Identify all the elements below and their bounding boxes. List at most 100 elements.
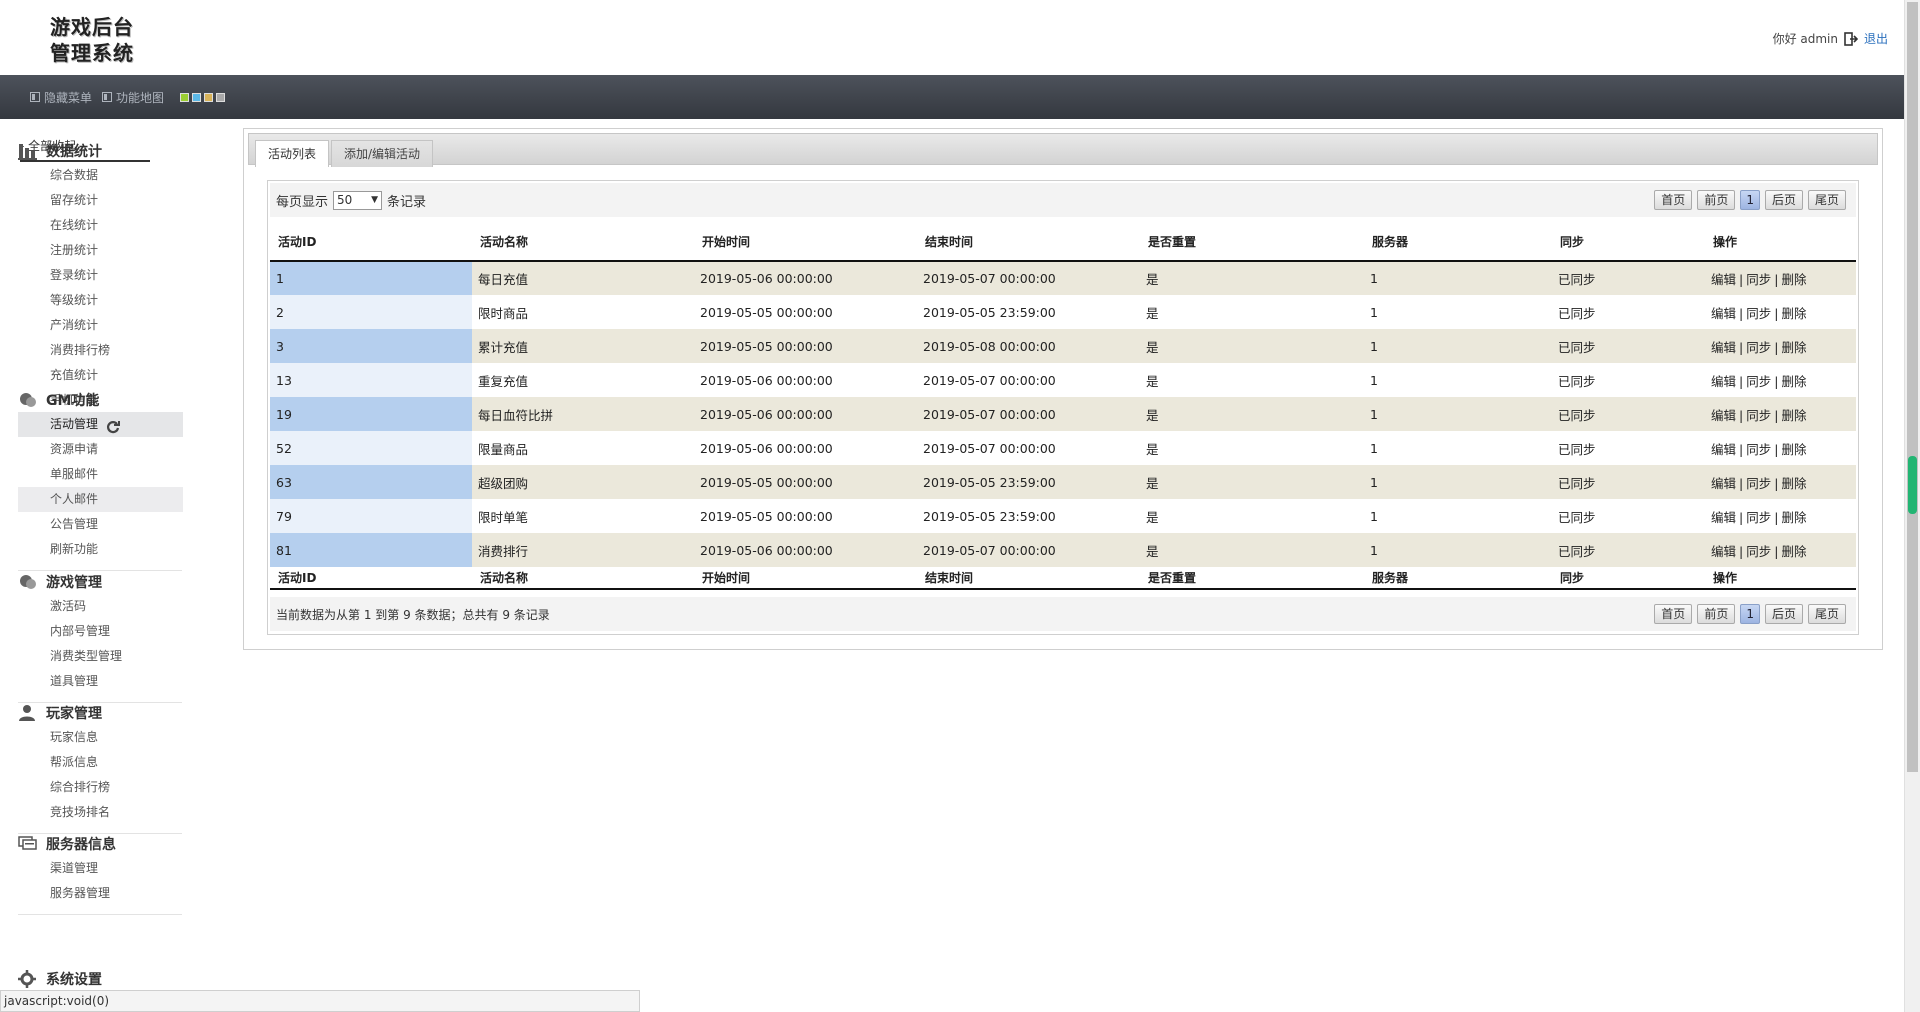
- sidebar-item[interactable]: 单服邮件: [18, 462, 183, 487]
- sidebar-item[interactable]: 注册统计: [18, 238, 183, 263]
- sync-link[interactable]: 同步: [1746, 476, 1771, 491]
- scrollbar-thumb[interactable]: [1907, 2, 1918, 772]
- delete-link[interactable]: 删除: [1781, 544, 1806, 559]
- col-header-id[interactable]: 活动ID: [270, 223, 472, 262]
- edit-link[interactable]: 编辑: [1711, 510, 1736, 525]
- sidebar-item[interactable]: 激活码: [18, 594, 183, 619]
- delete-link[interactable]: 删除: [1781, 476, 1806, 491]
- sync-link[interactable]: 同步: [1746, 374, 1771, 389]
- delete-link[interactable]: 删除: [1781, 408, 1806, 423]
- edit-link[interactable]: 编辑: [1711, 374, 1736, 389]
- col-header-reset[interactable]: 是否重置: [1140, 223, 1364, 262]
- sidebar-item[interactable]: 个人邮件: [18, 487, 183, 512]
- delete-link[interactable]: 删除: [1781, 374, 1806, 389]
- edit-link[interactable]: 编辑: [1711, 476, 1736, 491]
- scroll-widget-handle[interactable]: [1908, 456, 1917, 514]
- table-row[interactable]: 63 超级团购 2019-05-05 00:00:00 2019-05-05 23:5…: [270, 465, 1856, 499]
- table-row[interactable]: 19 每日血符比拼 2019-05-06 00:00:00 2019-05-07 00…: [270, 397, 1856, 431]
- sync-link[interactable]: 同步: [1746, 408, 1771, 423]
- sidebar-item[interactable]: 内部号管理: [18, 619, 183, 644]
- nav-group-header[interactable]: 玩家管理: [18, 701, 183, 725]
- sidebar-item[interactable]: 等级统计: [18, 288, 183, 313]
- nav-group-header[interactable]: GM功能: [18, 388, 183, 412]
- theme-swatch-1[interactable]: [180, 92, 190, 102]
- sidebar-item[interactable]: 玩家信息: [18, 725, 183, 750]
- last-page-button[interactable]: 尾页: [1807, 604, 1846, 624]
- sync-link[interactable]: 同步: [1746, 442, 1771, 457]
- sidebar-item[interactable]: 帮派信息: [18, 750, 183, 775]
- sync-link[interactable]: 同步: [1746, 340, 1771, 355]
- sync-link[interactable]: 同步: [1746, 510, 1771, 525]
- sidebar-item[interactable]: 活动管理: [18, 412, 183, 437]
- nav-group-header[interactable]: 服务器信息: [18, 832, 183, 856]
- col-header-name[interactable]: 活动名称: [472, 223, 694, 262]
- nav-group-header[interactable]: 系统设置: [18, 967, 183, 991]
- tab-add-edit-activity[interactable]: 添加/编辑活动: [331, 140, 434, 167]
- function-map-button[interactable]: 功能地图: [102, 89, 164, 106]
- sidebar-item[interactable]: 刷新功能: [18, 537, 183, 562]
- page-1-button[interactable]: 1: [1740, 604, 1760, 624]
- theme-swatch-2[interactable]: [192, 92, 202, 102]
- next-page-button[interactable]: 后页: [1764, 604, 1803, 624]
- sidebar-item[interactable]: 竞技场排名: [18, 800, 183, 825]
- col-header-start[interactable]: 开始时间: [694, 223, 917, 262]
- table-row[interactable]: 81 消费排行 2019-05-06 00:00:00 2019-05-07 00:0…: [270, 533, 1856, 567]
- sidebar-item[interactable]: 资源申请: [18, 437, 183, 462]
- sync-link[interactable]: 同步: [1746, 272, 1771, 287]
- delete-link[interactable]: 删除: [1781, 510, 1806, 525]
- page-1-button[interactable]: 1: [1740, 190, 1760, 210]
- col-header-end[interactable]: 结束时间: [917, 223, 1140, 262]
- delete-link[interactable]: 删除: [1781, 340, 1806, 355]
- sidebar-item[interactable]: 公告管理: [18, 512, 183, 537]
- table-row[interactable]: 3 累计充值 2019-05-05 00:00:00 2019-05-08 00:00…: [270, 329, 1856, 363]
- table-row[interactable]: 79 限时单笔 2019-05-05 00:00:00 2019-05-05 23:5…: [270, 499, 1856, 533]
- tab-activity-list[interactable]: 活动列表: [255, 140, 330, 167]
- edit-link[interactable]: 编辑: [1711, 544, 1736, 559]
- table-row[interactable]: 13 重复充值 2019-05-06 00:00:00 2019-05-07 00:0…: [270, 363, 1856, 397]
- edit-link[interactable]: 编辑: [1711, 306, 1736, 321]
- col-header-sync[interactable]: 同步: [1552, 223, 1705, 262]
- hide-menu-button[interactable]: 隐藏菜单: [30, 89, 92, 106]
- first-page-button[interactable]: 首页: [1654, 190, 1693, 210]
- nav-group-header[interactable]: 游戏管理: [18, 570, 183, 594]
- sidebar-item[interactable]: 充值统计: [18, 363, 183, 388]
- sidebar-item[interactable]: 消费排行榜: [18, 338, 183, 363]
- last-page-button[interactable]: 尾页: [1807, 190, 1846, 210]
- sidebar-item[interactable]: 道具管理: [18, 669, 183, 694]
- sync-link[interactable]: 同步: [1746, 544, 1771, 559]
- delete-link[interactable]: 删除: [1781, 306, 1806, 321]
- table-row[interactable]: 52 限量商品 2019-05-06 00:00:00 2019-05-07 00:0…: [270, 431, 1856, 465]
- edit-link[interactable]: 编辑: [1711, 408, 1736, 423]
- sidebar-item[interactable]: 消费类型管理: [18, 644, 183, 669]
- prev-page-button[interactable]: 前页: [1697, 190, 1736, 210]
- action-separator: |: [1739, 509, 1744, 525]
- edit-link[interactable]: 编辑: [1711, 272, 1736, 287]
- sidebar-item[interactable]: 产消统计: [18, 313, 183, 338]
- table-row[interactable]: 2 限时商品 2019-05-05 00:00:00 2019-05-05 23:59…: [270, 295, 1856, 329]
- sidebar-item[interactable]: 综合数据: [18, 163, 183, 188]
- nav-group-header[interactable]: 数据统计: [18, 139, 183, 163]
- vertical-scrollbar[interactable]: [1904, 0, 1920, 1012]
- edit-link[interactable]: 编辑: [1711, 442, 1736, 457]
- edit-link[interactable]: 编辑: [1711, 340, 1736, 355]
- sidebar-item[interactable]: 综合排行榜: [18, 775, 183, 800]
- sidebar-item[interactable]: 服务器管理: [18, 881, 183, 906]
- theme-swatch-3[interactable]: [204, 92, 214, 102]
- delete-link[interactable]: 删除: [1781, 272, 1806, 287]
- sidebar-item[interactable]: 登录统计: [18, 263, 183, 288]
- prev-page-button[interactable]: 前页: [1697, 604, 1736, 624]
- next-page-button[interactable]: 后页: [1764, 190, 1803, 210]
- sync-link[interactable]: 同步: [1746, 306, 1771, 321]
- table-row[interactable]: 1 每日充值 2019-05-06 00:00:00 2019-05-07 00:00…: [270, 261, 1856, 295]
- logout-icon[interactable]: [1844, 31, 1859, 46]
- theme-swatch-4[interactable]: [216, 92, 226, 102]
- refresh-icon[interactable]: [106, 418, 121, 433]
- page-size-select[interactable]: 50 ▼: [333, 190, 383, 210]
- first-page-button[interactable]: 首页: [1654, 604, 1693, 624]
- sidebar-item[interactable]: 留存统计: [18, 188, 183, 213]
- logout-link[interactable]: 退出: [1864, 30, 1888, 47]
- sidebar-item[interactable]: 渠道管理: [18, 856, 183, 881]
- delete-link[interactable]: 删除: [1781, 442, 1806, 457]
- col-header-server[interactable]: 服务器: [1364, 223, 1552, 262]
- sidebar-item[interactable]: 在线统计: [18, 213, 183, 238]
